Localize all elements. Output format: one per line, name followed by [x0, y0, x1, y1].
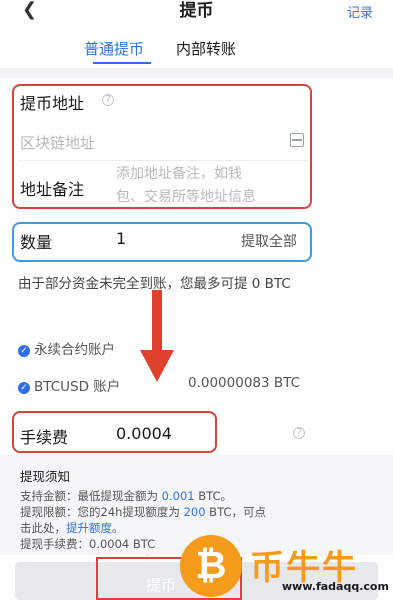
notes-title: 提现须知: [20, 469, 71, 484]
notes-value: 200: [183, 505, 206, 519]
raise-limit-link[interactable]: 提升额度: [66, 521, 112, 535]
notes-text: 支持金额：最低提现金额为: [20, 489, 162, 503]
check-icon: ✓: [18, 382, 30, 394]
watermark-url: www.fadaqq.com: [282, 580, 389, 593]
fee-value: 0.0004: [116, 424, 172, 443]
notes-text: 击此处，: [20, 521, 66, 535]
notes-text: BTC，可点: [205, 505, 266, 519]
bitcoin-logo-icon: ₿: [180, 535, 242, 597]
page-title: 提币: [179, 1, 214, 21]
memo-placeholder-line: 添加地址备注，如钱: [116, 166, 242, 182]
memo-placeholder-line: 包、交易所等地址信息: [116, 189, 256, 205]
account-label: BTCUSD 账户: [34, 379, 121, 395]
notes-text: 提现限额：您的24h提现额度为: [20, 505, 184, 519]
tab-bar: 普通提币 内部转账: [0, 30, 393, 66]
notes-line-min: 支持金额：最低提现金额为 0.001 BTC。: [20, 488, 232, 504]
account-label: 永续合约账户: [34, 342, 115, 358]
address-label: 提币地址: [20, 94, 85, 113]
quantity-label: 数量: [20, 233, 53, 252]
arrow-shape: [140, 290, 174, 382]
notes-line-raise: 击此处，提升额度。: [20, 520, 124, 536]
check-icon: ✓: [18, 345, 30, 357]
record-link[interactable]: 记录: [347, 2, 373, 21]
address-input[interactable]: 区块链地址: [20, 132, 95, 153]
withdraw-all-button[interactable]: 提取全部: [241, 231, 297, 251]
memo-input[interactable]: 添加地址备注，如钱 包、交易所等地址信息: [116, 163, 306, 209]
account-btcusd: ✓ BTCUSD 账户: [18, 375, 120, 395]
tab-normal-withdraw[interactable]: 普通提币: [84, 38, 144, 59]
section-divider: [0, 68, 393, 78]
notes-line-fee: 提现手续费：0.0004 BTC: [20, 537, 156, 551]
notes-line-limit: 提现限额：您的24h提现额度为 200 BTC，可点: [20, 504, 266, 520]
account-balance: 0.00000083 BTC: [188, 375, 301, 391]
info-icon[interactable]: ?: [293, 427, 305, 439]
tab-active-indicator: [93, 62, 151, 64]
scan-icon[interactable]: [290, 133, 304, 147]
memo-label: 地址备注: [20, 180, 85, 199]
tab-internal-transfer[interactable]: 内部转账: [176, 38, 236, 59]
submit-label: 提币: [146, 576, 177, 594]
account-perpetual: ✓ 永续合约账户: [18, 338, 115, 358]
notes-value: 0.001: [161, 489, 195, 503]
notes-text: 。: [112, 521, 124, 535]
info-icon[interactable]: ?: [102, 94, 114, 106]
notes-text: BTC。: [194, 489, 233, 503]
quantity-input[interactable]: 1: [116, 229, 126, 248]
top-bar: ❮ 提币 记录: [0, 0, 393, 26]
annotation-arrow: [140, 290, 174, 382]
fee-label: 手续费: [20, 428, 69, 447]
divider: [18, 160, 308, 161]
